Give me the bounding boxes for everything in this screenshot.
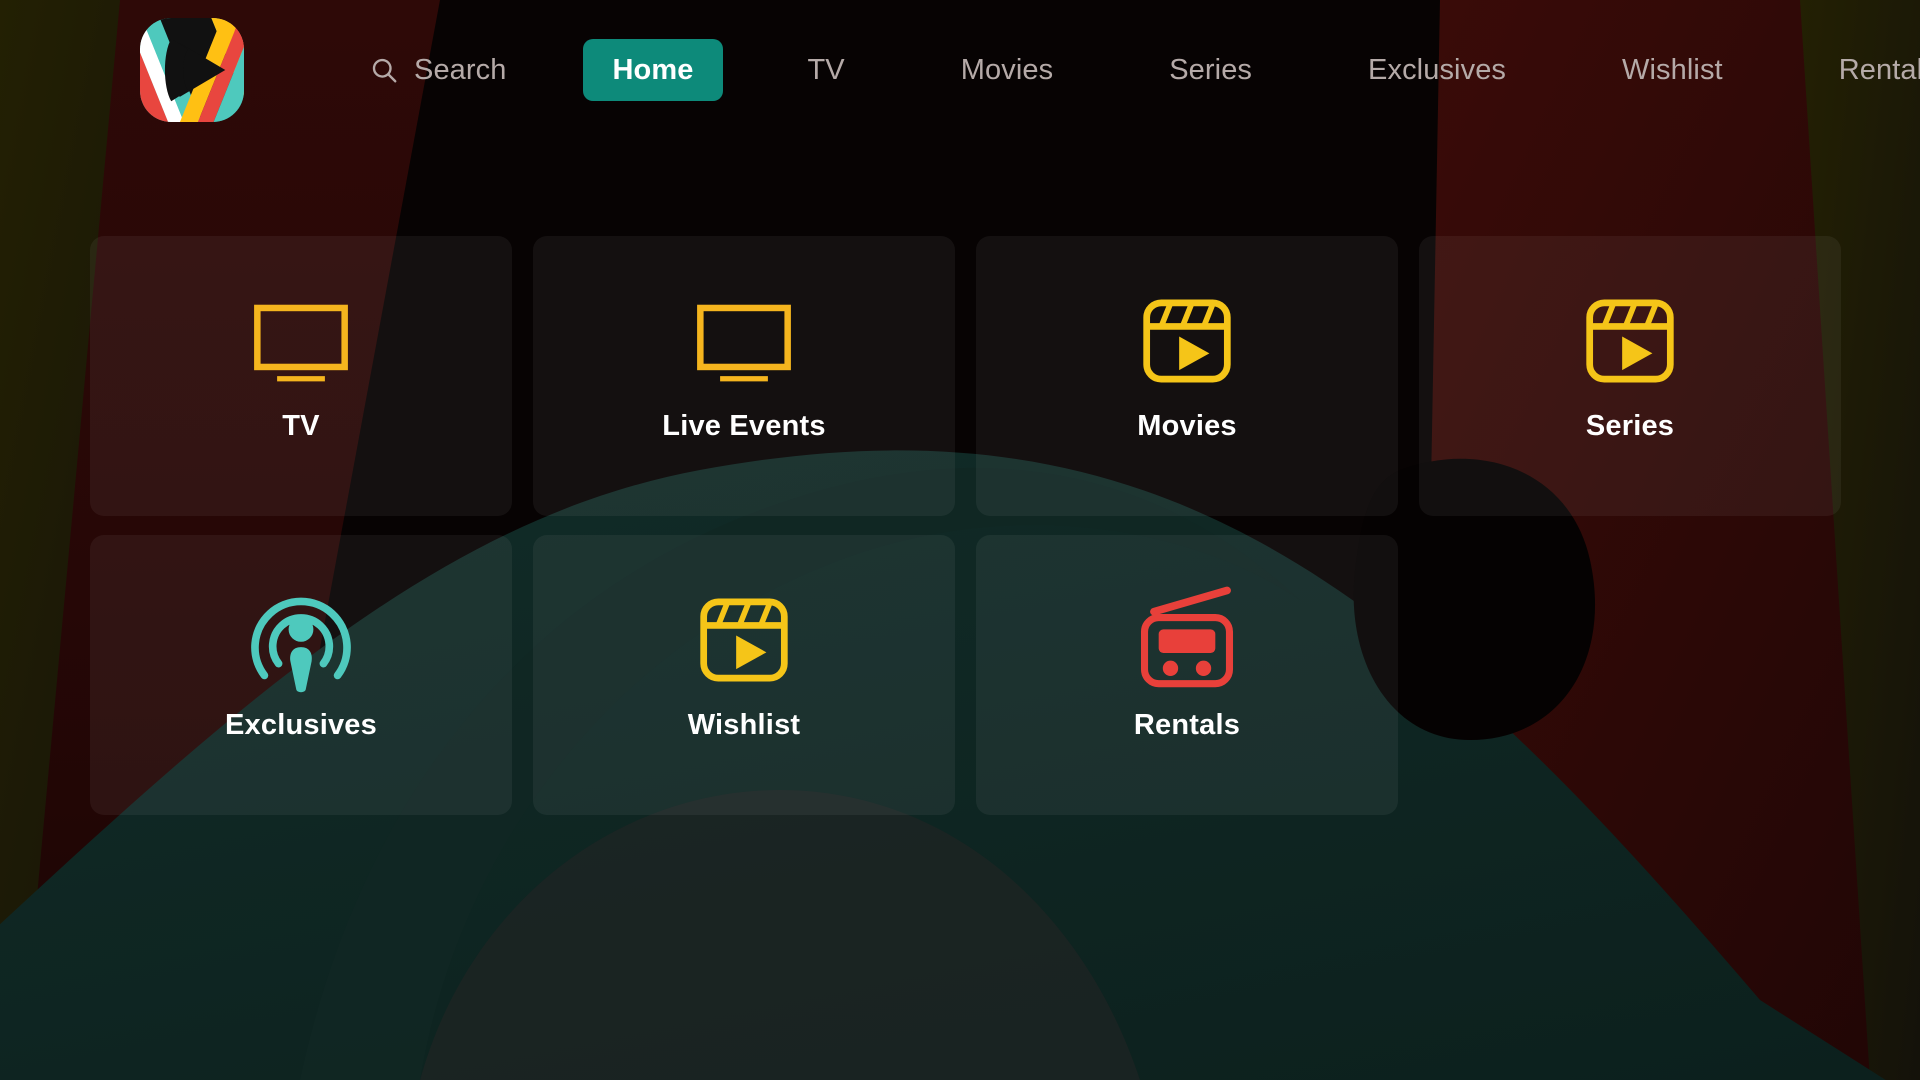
nav-item-wishlist-label: Wishlist [1622,53,1723,86]
clapperboard-icon [685,581,803,699]
tile-tv[interactable]: TV [90,236,512,516]
app-logo-icon[interactable] [140,18,244,122]
nav-item-home[interactable]: Home [582,39,724,101]
tile-series-label: Series [1585,410,1675,442]
nav-item-rentals[interactable]: Rentals [1807,39,1920,101]
tile-exclusives-label: Exclusives [225,709,377,741]
clapperboard-icon [1571,282,1689,400]
nav-item-tv-label: TV [807,53,845,86]
nav-item-wishlist[interactable]: Wishlist [1590,39,1755,101]
tile-rentals-label: Rentals [1133,709,1241,741]
search-icon [368,54,400,86]
tile-series[interactable]: Series [1419,236,1841,516]
nav-item-rentals-label: Rentals [1838,53,1920,86]
tv-icon [685,282,803,400]
tile-movies[interactable]: Movies [976,236,1398,516]
nav-item-movies[interactable]: Movies [929,39,1085,101]
nav-item-home-label: Home [612,53,694,86]
tv-icon [242,282,360,400]
nav-search-button[interactable]: Search [336,39,539,101]
primary-navigation: Search Home TV Movies Series Exclusives [336,39,1920,101]
tile-movies-label: Movies [1137,410,1237,442]
tile-wishlist-label: Wishlist [687,709,801,741]
tile-rentals[interactable]: Rentals [976,535,1398,815]
nav-item-exclusives-label: Exclusives [1368,53,1507,86]
nav-item-tv[interactable]: TV [775,39,876,101]
clapperboard-icon [1128,282,1246,400]
radio-icon [1128,581,1246,699]
app-root: Search Home TV Movies Series Exclusives [0,0,1920,1080]
nav-item-movies-label: Movies [960,53,1054,86]
nav-search-label: Search [414,53,507,86]
category-tile-grid: TV Live Events Movies Series Exclusives … [90,236,1841,815]
top-navigation-bar: Search Home TV Movies Series Exclusives [0,0,1920,140]
tile-live-events-label: Live Events [662,410,826,442]
tile-wishlist[interactable]: Wishlist [533,535,955,815]
tile-tv-label: TV [282,410,320,442]
nav-item-series-label: Series [1169,53,1253,86]
podcast-icon [242,581,360,699]
tile-exclusives[interactable]: Exclusives [90,535,512,815]
nav-item-exclusives[interactable]: Exclusives [1336,39,1538,101]
nav-item-series[interactable]: Series [1137,39,1284,101]
tile-live-events[interactable]: Live Events [533,236,955,516]
